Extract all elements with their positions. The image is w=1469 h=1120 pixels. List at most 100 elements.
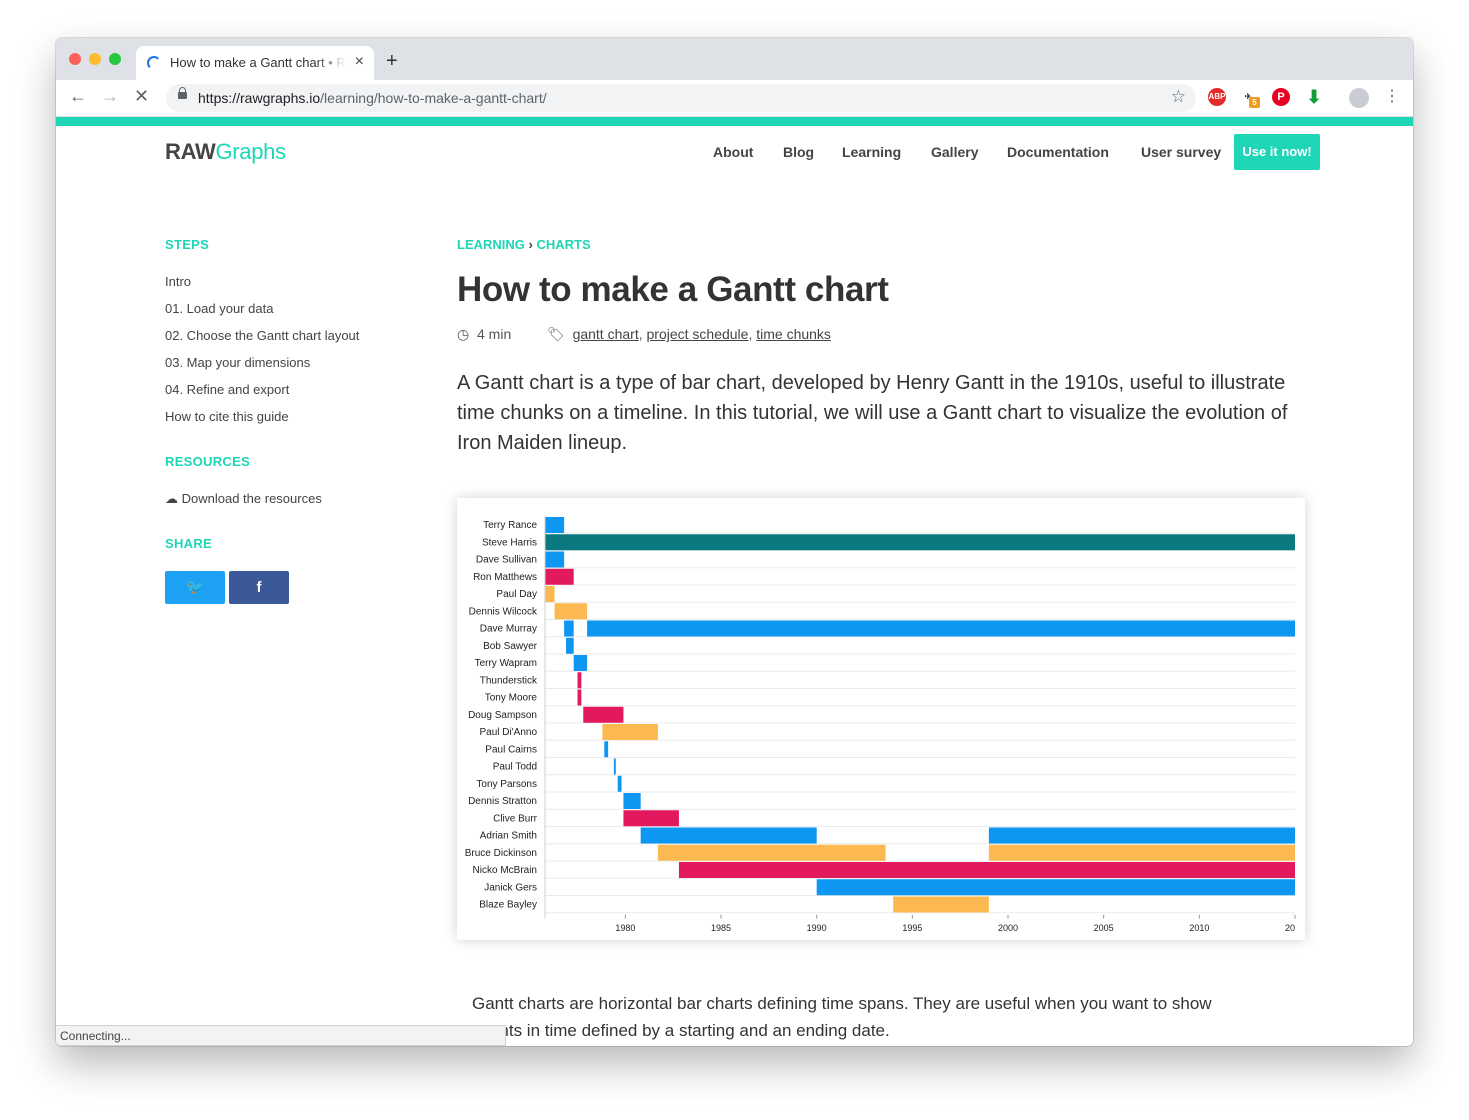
profile-avatar-icon[interactable] — [1349, 88, 1369, 108]
address-bar[interactable]: https://rawgraphs.io/learning/how-to-mak… — [166, 84, 1196, 112]
share-heading: SHARE — [165, 536, 213, 551]
step-link-cite[interactable]: How to cite this guide — [165, 409, 289, 424]
x-tick-label-20: 20 — [1285, 923, 1295, 933]
gantt-bar-paul-day — [545, 586, 555, 602]
step-link-intro[interactable]: Intro — [165, 274, 191, 289]
download-extension-icon[interactable]: ⬇ — [1305, 88, 1323, 106]
step-link-map-dimensions[interactable]: 03. Map your dimensions — [165, 355, 310, 370]
gantt-bar-tony-parsons — [617, 775, 622, 792]
zoom-window-dot[interactable] — [109, 53, 121, 65]
close-window-dot[interactable] — [69, 53, 81, 65]
gantt-bar-dave-murray-2 — [587, 620, 1295, 637]
gantt-bar-paul-cairns — [604, 741, 609, 758]
loading-spinner-icon — [147, 56, 161, 70]
browser-toolbar: ← → ✕ https://rawgraphs.io/learning/how-… — [56, 80, 1413, 117]
close-tab-icon[interactable]: × — [355, 53, 364, 71]
download-resources-link[interactable]: ☁ Download the resources — [165, 491, 322, 507]
gantt-bar-bruce-dickinson-1 — [657, 844, 886, 861]
facebook-share-button[interactable]: f — [229, 571, 289, 604]
row-label-adrian-smith: Adrian Smith — [480, 831, 537, 842]
gantt-bar-nicko-mcbrain — [678, 862, 1295, 878]
forward-arrow-icon[interactable]: → — [101, 86, 119, 107]
bookmark-star-icon[interactable]: ☆ — [1171, 87, 1186, 107]
row-label-dave-sullivan: Dave Sullivan — [476, 555, 537, 566]
row-label-dennis-wilcock: Dennis Wilcock — [469, 606, 538, 617]
read-time: ◷ 4 min — [457, 326, 512, 342]
breadcrumb-separator: › — [528, 237, 533, 252]
x-tick-label-1980: 1980 — [615, 923, 635, 933]
x-tick-label-2005: 2005 — [1094, 923, 1114, 933]
row-label-paul-di-anno: Paul Di'Anno — [480, 727, 538, 738]
gantt-bar-terry-rance — [545, 517, 565, 533]
minimize-window-dot[interactable] — [89, 53, 101, 65]
nav-learning[interactable]: Learning — [842, 144, 901, 160]
step-link-choose-layout[interactable]: 02. Choose the Gantt chart layout — [165, 328, 359, 343]
x-tick-label-1995: 1995 — [902, 923, 922, 933]
new-tab-button[interactable]: + — [386, 50, 398, 73]
tag-gantt-chart[interactable]: gantt chart — [573, 326, 639, 342]
row-label-paul-cairns: Paul Cairns — [485, 744, 537, 755]
x-tick-label-2000: 2000 — [998, 923, 1018, 933]
pinterest-icon[interactable]: P — [1272, 88, 1290, 106]
gantt-bar-dennis-wilcock — [554, 603, 588, 620]
breadcrumb-charts[interactable]: CHARTS — [536, 237, 590, 252]
gantt-bar-paul-di-anno — [602, 724, 658, 740]
gantt-chart: Terry Rance Steve Harris Dave Sullivan Ron … — [465, 516, 1296, 933]
gantt-bar-clive-burr — [623, 810, 679, 827]
browser-tab[interactable]: How to make a Gantt chart • RAWGraphs × — [136, 46, 374, 80]
url-text[interactable]: https://rawgraphs.io/learning/how-to-mak… — [198, 90, 547, 106]
breadcrumb-learning[interactable]: LEARNING — [457, 237, 525, 252]
row-label-terry-wapram: Terry Wapram — [475, 658, 537, 669]
resources-heading: RESOURCES — [165, 454, 251, 469]
gantt-bar-blaze-bayley — [893, 896, 989, 913]
body-paragraph: Gantt charts are horizontal bar charts d… — [472, 994, 1212, 1040]
adblock-extension-icon[interactable]: ABP — [1208, 88, 1226, 106]
x-tick-label-1985: 1985 — [711, 923, 731, 933]
x-tick-label-2010: 2010 — [1189, 923, 1209, 933]
nav-blog[interactable]: Blog — [783, 144, 814, 160]
gantt-bar-thunderstick — [577, 672, 582, 689]
nav-user-survey[interactable]: User survey — [1141, 144, 1221, 160]
use-it-now-button[interactable]: Use it now! — [1234, 134, 1320, 170]
row-label-janick-gers: Janick Gers — [484, 882, 537, 893]
extension-badge: 5 — [1249, 97, 1260, 108]
back-arrow-icon[interactable]: ← — [69, 86, 87, 107]
rawgraphs-logo[interactable]: RAWGraphs — [165, 139, 286, 165]
twitter-share-button[interactable]: 🐦 — [165, 571, 225, 604]
site-header: RAWGraphs About Blog Learning Gallery Do… — [56, 126, 1413, 186]
row-label-steve-harris: Steve Harris — [482, 537, 537, 548]
cloud-download-icon: ☁ — [165, 491, 178, 506]
breadcrumb: LEARNING › CHARTS — [457, 237, 591, 252]
tag-list: 🏷 gantt chart, project schedule, time ch… — [547, 326, 831, 342]
gantt-bar-terry-wapram — [573, 655, 588, 671]
gantt-bar-dave-sullivan — [545, 551, 565, 568]
steps-heading: STEPS — [165, 237, 210, 252]
x-tick-label-1990: 1990 — [807, 923, 827, 933]
tag-project-schedule[interactable]: project schedule — [647, 326, 749, 342]
tag-time-chunks[interactable]: time chunks — [756, 326, 831, 342]
nav-documentation[interactable]: Documentation — [1007, 144, 1109, 160]
nav-gallery[interactable]: Gallery — [931, 144, 978, 160]
step-link-refine-export[interactable]: 04. Refine and export — [165, 382, 289, 397]
gantt-bar-janick-gers — [816, 879, 1295, 896]
gantt-bar-tony-moore — [577, 689, 582, 706]
gantt-bar-adrian-smith-1 — [640, 827, 817, 844]
gantt-bar-steve-harris — [545, 534, 1295, 551]
row-label-blaze-bayley: Blaze Bayley — [479, 900, 537, 911]
stop-loading-icon[interactable]: ✕ — [134, 86, 149, 107]
gantt-bar-bruce-dickinson-2 — [988, 844, 1295, 861]
nav-about[interactable]: About — [713, 144, 753, 160]
clock-icon: ◷ — [457, 326, 470, 342]
row-label-tony-moore: Tony Moore — [485, 693, 538, 704]
row-label-paul-day: Paul Day — [496, 589, 537, 600]
row-label-ron-matthews: Ron Matthews — [473, 572, 537, 583]
menu-kebab-icon[interactable]: ⋮ — [1384, 86, 1400, 106]
row-label-bob-sawyer: Bob Sawyer — [483, 641, 538, 652]
twitter-bird-icon: 🐦 — [185, 579, 205, 596]
gantt-bar-dennis-stratton — [623, 793, 641, 809]
step-link-load-data[interactable]: 01. Load your data — [165, 301, 273, 316]
tab-title: How to make a Gantt chart • RAWGraphs — [170, 55, 346, 70]
facebook-f-icon: f — [256, 579, 262, 596]
gantt-bar-paul-todd — [613, 758, 616, 775]
row-label-clive-burr: Clive Burr — [493, 813, 538, 824]
